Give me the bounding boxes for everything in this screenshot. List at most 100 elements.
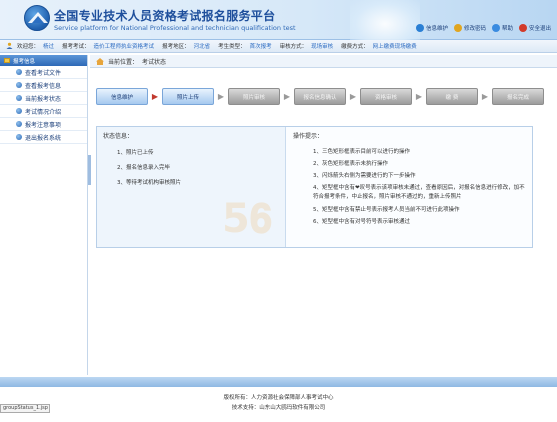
footer-support: 技术支持：山东山大鸥玛软件有限公司 <box>231 405 326 411</box>
arrow-right-icon: ▶ <box>217 92 225 101</box>
user-icon <box>6 42 13 51</box>
watermark: 5𝟔 <box>222 196 273 242</box>
welcome-label: 欢迎您： <box>17 44 40 50</box>
sidebar-item-exam-files[interactable]: 查看考试文件 <box>0 66 87 79</box>
payment-method-label: 缴费方式： <box>341 44 369 50</box>
step-label: 信息维护 <box>110 94 133 101</box>
step-payment: 缴 费 <box>426 88 478 105</box>
review-method-label: 审核方式： <box>279 44 308 50</box>
help-link[interactable]: 帮助 <box>491 24 513 32</box>
payment-method-value: 网上缴费现场缴费 <box>372 44 417 50</box>
step-info-maintain[interactable]: 信息维护 <box>96 88 148 105</box>
sidebar-item-label: 考试情况介绍 <box>25 108 62 116</box>
welcome-value: 杨过 <box>43 44 55 50</box>
app-subtitle: Service platform for National Profession… <box>54 24 296 32</box>
help-label: 帮助 <box>501 26 513 32</box>
sidebar-item-exit[interactable]: 退出报名系统 <box>0 131 87 144</box>
breadcrumb: 当前位置： 考试状态 <box>90 55 557 68</box>
arrow-right-icon: ▶ <box>349 92 357 101</box>
help-icon <box>491 24 500 32</box>
step-photo-review: 照片审核 <box>228 88 280 105</box>
info-maintain-label: 信息维护 <box>425 26 448 32</box>
bullet-icon <box>16 69 22 75</box>
sidebar-item-label: 查看考试文件 <box>25 69 62 77</box>
banner-illustration <box>350 0 420 40</box>
sidebar-item-notes[interactable]: 报考注意事项 <box>0 118 87 131</box>
info-icon <box>415 24 424 32</box>
step-label: 报名信息确认 <box>303 94 337 101</box>
exit-icon <box>518 24 527 32</box>
sidebar-item-label: 当前报考状态 <box>25 95 62 103</box>
review-method-value: 现场审核 <box>311 44 334 50</box>
footer-bar <box>0 377 557 387</box>
step-label: 照片上传 <box>176 94 199 101</box>
tip-item: 3、闪烁箭头右侧为需要进行的下一步操作 <box>313 173 416 179</box>
tip-item: 6、矩型框中含有对号符号表示审核通过 <box>313 219 411 225</box>
sidebar-header: 报考信息 <box>0 55 87 66</box>
header-banner: 全国专业技术人员资格考试报名服务平台 Service platform for … <box>0 0 557 40</box>
bullet-icon <box>16 95 22 101</box>
header-links: 信息维护 修改密码 帮助 安全退出 <box>415 24 551 32</box>
step-info-confirm: 报名信息确认 <box>294 88 346 105</box>
sidebar-header-label: 报考信息 <box>13 58 36 65</box>
breadcrumb-value: 考试状态 <box>142 58 167 66</box>
bullet-icon <box>16 134 22 140</box>
tip-item: 1、三色矩形框表示目前可以进行的操作 <box>313 149 411 155</box>
candidate-type-value: 首次报考 <box>249 44 272 50</box>
step-label: 缴 费 <box>445 94 459 101</box>
status-item: 1、照片已上传 <box>117 150 154 156</box>
status-bar: groupStatus_1.jsp <box>0 404 50 413</box>
folder-icon <box>4 58 10 63</box>
sidebar-item-current-status[interactable]: 当前报考状态 <box>0 92 87 105</box>
tips-column: 操作提示： 1、三色矩形框表示目前可以进行的操作 2、灰色矩形框表示未执行操作 … <box>287 127 532 247</box>
page: 全国专业技术人员资格考试报名服务平台 Service platform for … <box>0 0 557 422</box>
step-label: 报名完成 <box>506 94 529 101</box>
sidebar-item-label: 退出报名系统 <box>25 134 62 142</box>
change-password-link[interactable]: 修改密码 <box>453 24 486 32</box>
bullet-icon <box>16 82 22 88</box>
tip-item: 4、矩型框中含有❤叹号表示该项审核未通过，查看原因后，对报名信息进行修改，加不符… <box>313 185 525 200</box>
step-photo-upload[interactable]: 照片上传 <box>162 88 214 105</box>
change-password-label: 修改密码 <box>463 26 486 32</box>
sidebar-item-label: 报考注意事项 <box>25 121 62 129</box>
tip-item: 5、矩型框中含有禁止号表示报考人员当前不可进行此项操作 <box>313 207 460 213</box>
logout-label: 安全退出 <box>528 26 551 32</box>
arrow-right-icon: ▶ <box>283 92 291 101</box>
info-maintain-link[interactable]: 信息维护 <box>415 24 448 32</box>
tips-title: 操作提示： <box>293 133 324 140</box>
step-qualification-review: 资格审核 <box>360 88 412 105</box>
bullet-icon <box>16 108 22 114</box>
progress-steps: 信息维护 ▶ 照片上传 ▶ 照片审核 ▶ 报名信息确认 ▶ 资格审核 ▶ 缴 费… <box>96 88 544 105</box>
exam-label: 报考考试： <box>62 44 90 50</box>
sidebar-item-exam-intro[interactable]: 考试情况介绍 <box>0 105 87 118</box>
region-value: 河北省 <box>193 44 211 50</box>
key-icon <box>453 24 462 32</box>
status-info-title: 状态信息： <box>103 133 134 140</box>
step-complete: 报名完成 <box>492 88 544 105</box>
sidebar-item-label: 查看报考信息 <box>25 82 62 90</box>
step-label: 资格审核 <box>374 94 397 101</box>
sidebar: 报考信息 查看考试文件 查看报考信息 当前报考状态 考试情况介绍 报考注意事项 … <box>0 55 88 375</box>
status-item: 2、报名信息录入完毕 <box>117 165 170 171</box>
user-info-bar: 欢迎您： 杨过 报考考试： 造价工程师执业资格考试 报考地区： 河北省 考生类型… <box>0 40 557 53</box>
app-title: 全国专业技术人员资格考试报名服务平台 <box>54 9 276 23</box>
bullet-icon <box>16 121 22 127</box>
home-icon <box>96 57 104 65</box>
footer-copyright: 版权所有：人力资源社会保障部人事考试中心 <box>223 395 334 401</box>
step-label: 照片审核 <box>242 94 265 101</box>
logo <box>24 5 50 31</box>
tip-item: 2、灰色矩形框表示未执行操作 <box>313 161 389 167</box>
status-panel: 状态信息： 1、照片已上传 2、报名信息录入完毕 3、等待考试机构审核照片 操作… <box>96 126 533 248</box>
breadcrumb-label: 当前位置： <box>108 58 139 66</box>
arrow-right-icon: ▶ <box>415 92 423 101</box>
arrow-right-icon: ▶ <box>151 92 159 101</box>
candidate-type-label: 考生类型： <box>218 44 246 50</box>
sidebar-collapse-handle[interactable] <box>88 155 91 185</box>
logout-link[interactable]: 安全退出 <box>518 24 551 32</box>
sidebar-item-registration-info[interactable]: 查看报考信息 <box>0 79 87 92</box>
status-item: 3、等待考试机构审核照片 <box>117 180 182 186</box>
region-label: 报考地区： <box>162 44 190 50</box>
logo-mark-icon <box>28 12 48 23</box>
arrow-right-icon: ▶ <box>481 92 489 101</box>
exam-value: 造价工程师执业资格考试 <box>93 44 155 50</box>
